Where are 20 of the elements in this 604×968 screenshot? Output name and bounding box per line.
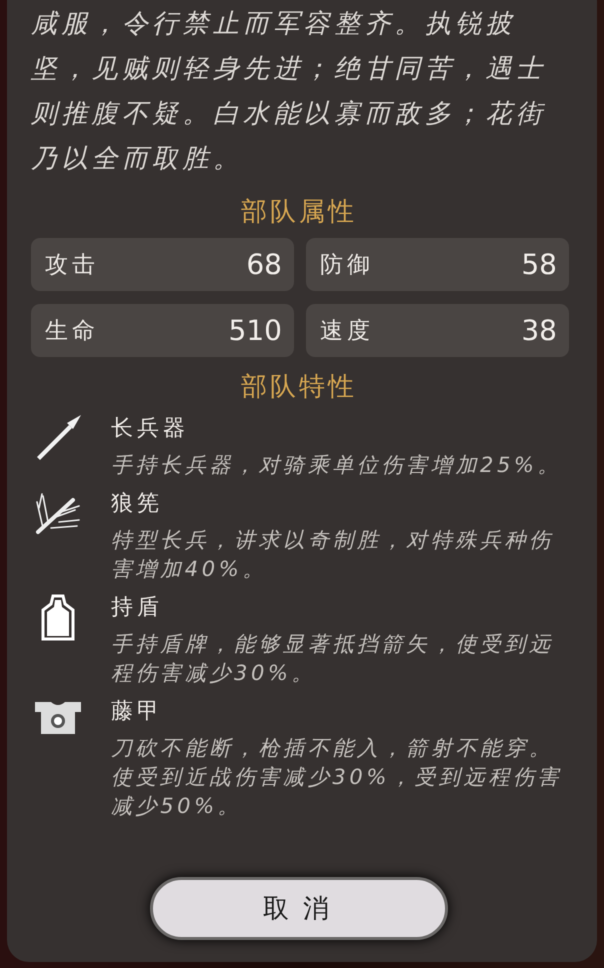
trait-description: 特型长兵，讲求以奇制胜，对特殊兵种伤害增加40%。 <box>111 527 555 583</box>
section-title: 部队特性 <box>240 371 358 403</box>
stat-value: 68 <box>246 248 282 281</box>
trait-name: 狼筅 <box>111 490 164 518</box>
cancel-button[interactable]: 取消 <box>150 877 448 940</box>
trait-description: 手持长兵器，对骑乘单位伤害增加25%。 <box>111 452 564 479</box>
trait-name: 持盾 <box>111 594 164 622</box>
trait-name: 长兵器 <box>111 415 190 443</box>
stat-label: 生命 <box>45 317 99 346</box>
trait-description: 刀砍不能断，枪插不能入，箭射不能穿。使受到近战伤害减少30%，受到远程伤害减少50%。 <box>111 735 564 820</box>
section-title: 部队属性 <box>240 196 358 228</box>
stat-value: 58 <box>521 248 557 281</box>
stat-label: 攻击 <box>45 251 99 280</box>
stat-value: 510 <box>228 314 282 347</box>
stat-label: 防御 <box>320 251 374 280</box>
trait-name: 藤甲 <box>111 698 164 726</box>
trait-description: 手持盾牌，能够显著抵挡箭矢，使受到远程伤害减少30%。 <box>111 631 555 687</box>
description-text: 咸服，令行禁止而军容整齐。执锐披坚，见贼则轻身先进；绝甘同苦，遇士则推腹不疑。白水能以寡而敌多；花街乃以全而取胜。 <box>31 8 548 176</box>
stat-value: 38 <box>521 314 557 347</box>
stat-label: 速度 <box>320 317 374 346</box>
